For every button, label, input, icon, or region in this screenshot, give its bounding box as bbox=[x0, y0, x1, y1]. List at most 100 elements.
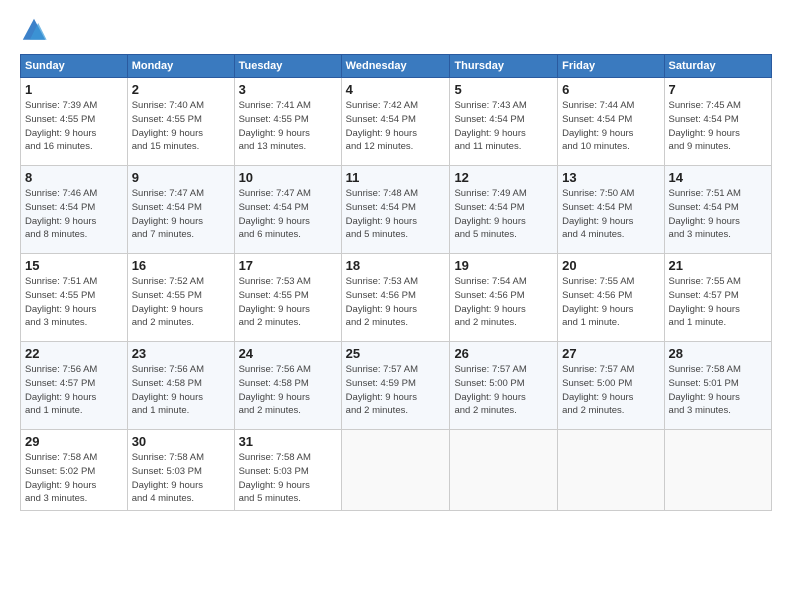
day-number: 29 bbox=[25, 434, 123, 449]
day-detail: Sunrise: 7:51 AMSunset: 4:54 PMDaylight:… bbox=[669, 187, 767, 242]
calendar-cell: 1 Sunrise: 7:39 AMSunset: 4:55 PMDayligh… bbox=[21, 78, 128, 166]
day-number: 2 bbox=[132, 82, 230, 97]
day-number: 5 bbox=[454, 82, 553, 97]
day-detail: Sunrise: 7:56 AMSunset: 4:58 PMDaylight:… bbox=[132, 363, 230, 418]
calendar-week-5: 29 Sunrise: 7:58 AMSunset: 5:02 PMDaylig… bbox=[21, 430, 772, 511]
calendar-cell: 12 Sunrise: 7:49 AMSunset: 4:54 PMDaylig… bbox=[450, 166, 558, 254]
day-detail: Sunrise: 7:50 AMSunset: 4:54 PMDaylight:… bbox=[562, 187, 659, 242]
calendar-week-2: 8 Sunrise: 7:46 AMSunset: 4:54 PMDayligh… bbox=[21, 166, 772, 254]
day-detail: Sunrise: 7:57 AMSunset: 5:00 PMDaylight:… bbox=[454, 363, 553, 418]
calendar-cell: 13 Sunrise: 7:50 AMSunset: 4:54 PMDaylig… bbox=[558, 166, 664, 254]
day-number: 9 bbox=[132, 170, 230, 185]
day-detail: Sunrise: 7:46 AMSunset: 4:54 PMDaylight:… bbox=[25, 187, 123, 242]
day-number: 18 bbox=[346, 258, 446, 273]
calendar-week-1: 1 Sunrise: 7:39 AMSunset: 4:55 PMDayligh… bbox=[21, 78, 772, 166]
calendar-cell: 25 Sunrise: 7:57 AMSunset: 4:59 PMDaylig… bbox=[341, 342, 450, 430]
header bbox=[20, 16, 772, 44]
calendar-header-sunday: Sunday bbox=[21, 55, 128, 78]
day-number: 12 bbox=[454, 170, 553, 185]
calendar-header-saturday: Saturday bbox=[664, 55, 771, 78]
day-number: 22 bbox=[25, 346, 123, 361]
day-number: 10 bbox=[239, 170, 337, 185]
calendar-header-row: SundayMondayTuesdayWednesdayThursdayFrid… bbox=[21, 55, 772, 78]
day-number: 30 bbox=[132, 434, 230, 449]
calendar-cell: 6 Sunrise: 7:44 AMSunset: 4:54 PMDayligh… bbox=[558, 78, 664, 166]
calendar-cell: 8 Sunrise: 7:46 AMSunset: 4:54 PMDayligh… bbox=[21, 166, 128, 254]
logo-icon bbox=[20, 16, 48, 44]
calendar-cell bbox=[664, 430, 771, 511]
calendar-header-wednesday: Wednesday bbox=[341, 55, 450, 78]
day-detail: Sunrise: 7:42 AMSunset: 4:54 PMDaylight:… bbox=[346, 99, 446, 154]
day-number: 17 bbox=[239, 258, 337, 273]
day-detail: Sunrise: 7:55 AMSunset: 4:56 PMDaylight:… bbox=[562, 275, 659, 330]
calendar-cell: 19 Sunrise: 7:54 AMSunset: 4:56 PMDaylig… bbox=[450, 254, 558, 342]
day-detail: Sunrise: 7:58 AMSunset: 5:03 PMDaylight:… bbox=[132, 451, 230, 506]
day-number: 16 bbox=[132, 258, 230, 273]
day-detail: Sunrise: 7:41 AMSunset: 4:55 PMDaylight:… bbox=[239, 99, 337, 154]
day-detail: Sunrise: 7:40 AMSunset: 4:55 PMDaylight:… bbox=[132, 99, 230, 154]
calendar-cell: 16 Sunrise: 7:52 AMSunset: 4:55 PMDaylig… bbox=[127, 254, 234, 342]
calendar-cell: 10 Sunrise: 7:47 AMSunset: 4:54 PMDaylig… bbox=[234, 166, 341, 254]
calendar-week-4: 22 Sunrise: 7:56 AMSunset: 4:57 PMDaylig… bbox=[21, 342, 772, 430]
day-detail: Sunrise: 7:48 AMSunset: 4:54 PMDaylight:… bbox=[346, 187, 446, 242]
day-detail: Sunrise: 7:55 AMSunset: 4:57 PMDaylight:… bbox=[669, 275, 767, 330]
calendar-cell: 3 Sunrise: 7:41 AMSunset: 4:55 PMDayligh… bbox=[234, 78, 341, 166]
calendar-cell: 2 Sunrise: 7:40 AMSunset: 4:55 PMDayligh… bbox=[127, 78, 234, 166]
day-number: 4 bbox=[346, 82, 446, 97]
day-detail: Sunrise: 7:49 AMSunset: 4:54 PMDaylight:… bbox=[454, 187, 553, 242]
calendar-cell: 15 Sunrise: 7:51 AMSunset: 4:55 PMDaylig… bbox=[21, 254, 128, 342]
calendar-header-monday: Monday bbox=[127, 55, 234, 78]
day-number: 24 bbox=[239, 346, 337, 361]
calendar-header-tuesday: Tuesday bbox=[234, 55, 341, 78]
day-detail: Sunrise: 7:53 AMSunset: 4:55 PMDaylight:… bbox=[239, 275, 337, 330]
day-number: 31 bbox=[239, 434, 337, 449]
day-number: 14 bbox=[669, 170, 767, 185]
calendar-cell: 24 Sunrise: 7:56 AMSunset: 4:58 PMDaylig… bbox=[234, 342, 341, 430]
day-detail: Sunrise: 7:58 AMSunset: 5:01 PMDaylight:… bbox=[669, 363, 767, 418]
calendar-cell: 28 Sunrise: 7:58 AMSunset: 5:01 PMDaylig… bbox=[664, 342, 771, 430]
day-detail: Sunrise: 7:54 AMSunset: 4:56 PMDaylight:… bbox=[454, 275, 553, 330]
calendar-cell: 29 Sunrise: 7:58 AMSunset: 5:02 PMDaylig… bbox=[21, 430, 128, 511]
day-number: 23 bbox=[132, 346, 230, 361]
calendar-cell: 22 Sunrise: 7:56 AMSunset: 4:57 PMDaylig… bbox=[21, 342, 128, 430]
day-number: 26 bbox=[454, 346, 553, 361]
calendar-cell: 18 Sunrise: 7:53 AMSunset: 4:56 PMDaylig… bbox=[341, 254, 450, 342]
calendar-cell: 30 Sunrise: 7:58 AMSunset: 5:03 PMDaylig… bbox=[127, 430, 234, 511]
day-detail: Sunrise: 7:51 AMSunset: 4:55 PMDaylight:… bbox=[25, 275, 123, 330]
day-detail: Sunrise: 7:43 AMSunset: 4:54 PMDaylight:… bbox=[454, 99, 553, 154]
day-number: 15 bbox=[25, 258, 123, 273]
day-detail: Sunrise: 7:47 AMSunset: 4:54 PMDaylight:… bbox=[239, 187, 337, 242]
day-number: 8 bbox=[25, 170, 123, 185]
calendar-cell: 23 Sunrise: 7:56 AMSunset: 4:58 PMDaylig… bbox=[127, 342, 234, 430]
calendar-cell: 26 Sunrise: 7:57 AMSunset: 5:00 PMDaylig… bbox=[450, 342, 558, 430]
calendar-header-friday: Friday bbox=[558, 55, 664, 78]
day-number: 1 bbox=[25, 82, 123, 97]
calendar-cell: 31 Sunrise: 7:58 AMSunset: 5:03 PMDaylig… bbox=[234, 430, 341, 511]
day-number: 20 bbox=[562, 258, 659, 273]
day-number: 6 bbox=[562, 82, 659, 97]
calendar-cell: 14 Sunrise: 7:51 AMSunset: 4:54 PMDaylig… bbox=[664, 166, 771, 254]
day-number: 21 bbox=[669, 258, 767, 273]
calendar-cell bbox=[450, 430, 558, 511]
day-detail: Sunrise: 7:45 AMSunset: 4:54 PMDaylight:… bbox=[669, 99, 767, 154]
day-detail: Sunrise: 7:47 AMSunset: 4:54 PMDaylight:… bbox=[132, 187, 230, 242]
calendar-cell bbox=[558, 430, 664, 511]
calendar-cell: 7 Sunrise: 7:45 AMSunset: 4:54 PMDayligh… bbox=[664, 78, 771, 166]
day-number: 11 bbox=[346, 170, 446, 185]
page: SundayMondayTuesdayWednesdayThursdayFrid… bbox=[0, 0, 792, 612]
day-detail: Sunrise: 7:57 AMSunset: 5:00 PMDaylight:… bbox=[562, 363, 659, 418]
calendar-cell: 4 Sunrise: 7:42 AMSunset: 4:54 PMDayligh… bbox=[341, 78, 450, 166]
day-number: 19 bbox=[454, 258, 553, 273]
calendar-cell bbox=[341, 430, 450, 511]
calendar-cell: 11 Sunrise: 7:48 AMSunset: 4:54 PMDaylig… bbox=[341, 166, 450, 254]
day-detail: Sunrise: 7:57 AMSunset: 4:59 PMDaylight:… bbox=[346, 363, 446, 418]
calendar-week-3: 15 Sunrise: 7:51 AMSunset: 4:55 PMDaylig… bbox=[21, 254, 772, 342]
calendar-table: SundayMondayTuesdayWednesdayThursdayFrid… bbox=[20, 54, 772, 511]
calendar-cell: 20 Sunrise: 7:55 AMSunset: 4:56 PMDaylig… bbox=[558, 254, 664, 342]
logo bbox=[20, 16, 52, 44]
calendar-cell: 27 Sunrise: 7:57 AMSunset: 5:00 PMDaylig… bbox=[558, 342, 664, 430]
day-number: 13 bbox=[562, 170, 659, 185]
day-number: 7 bbox=[669, 82, 767, 97]
calendar-cell: 5 Sunrise: 7:43 AMSunset: 4:54 PMDayligh… bbox=[450, 78, 558, 166]
day-detail: Sunrise: 7:39 AMSunset: 4:55 PMDaylight:… bbox=[25, 99, 123, 154]
